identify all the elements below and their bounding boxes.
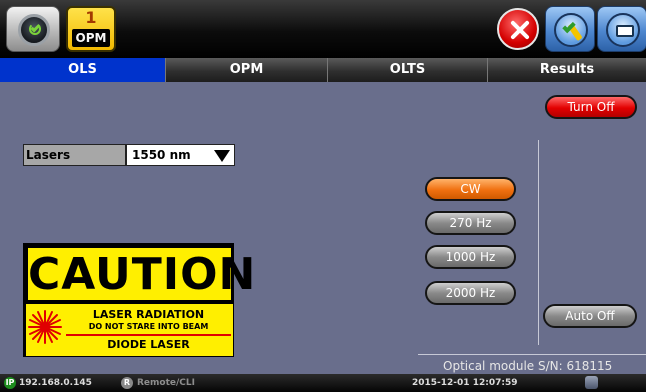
lasers-select[interactable]: 1550 nm xyxy=(126,144,235,166)
lasers-label: Lasers xyxy=(23,144,126,166)
vertical-divider xyxy=(538,140,539,345)
tab-olts[interactable]: OLTS xyxy=(328,58,488,82)
laser-caution-label: CAUTION LASER RADIATION DO NOT STARE INT… xyxy=(23,243,255,357)
caution-details: LASER RADIATION DO NOT STARE INTO BEAM D… xyxy=(26,304,233,356)
tab-opm[interactable]: OPM xyxy=(166,58,328,82)
tab-bar: OLS OPM OLTS Results xyxy=(0,58,646,82)
folder-icon xyxy=(606,13,640,47)
ols-panel: Turn Off Lasers 1550 nm CW 270 Hz 1000 H… xyxy=(0,82,646,374)
turn-off-button[interactable]: Turn Off xyxy=(545,95,637,119)
top-bar: 1 OPM xyxy=(0,0,646,58)
file-browser-button[interactable] xyxy=(597,6,646,52)
wizard-icon xyxy=(554,13,588,47)
cw-button[interactable]: CW xyxy=(425,177,516,201)
home-button[interactable] xyxy=(6,6,60,52)
status-icon[interactable] xyxy=(585,376,598,389)
opm-tab-label: OPM xyxy=(72,29,110,47)
caution-type-text: DIODE LASER xyxy=(107,338,190,351)
laser-burst-icon xyxy=(28,310,62,344)
remote-icon: R xyxy=(121,377,133,389)
wizard-button[interactable] xyxy=(545,6,595,52)
module-serial-number: Optical module S/N: 618115 xyxy=(443,359,613,373)
2000hz-button[interactable]: 2000 Hz xyxy=(425,281,516,305)
tab-ols[interactable]: OLS xyxy=(0,58,166,82)
home-icon xyxy=(18,14,50,46)
opm-test-tab[interactable]: 1 OPM xyxy=(66,6,116,52)
horizontal-divider xyxy=(418,354,646,355)
tab-results[interactable]: Results xyxy=(488,58,646,82)
lasers-select-value: 1550 nm xyxy=(132,148,191,162)
caution-title: CAUTION xyxy=(26,246,255,302)
270hz-button[interactable]: 270 Hz xyxy=(425,211,516,235)
caution-radiation-text: LASER RADIATION xyxy=(92,308,205,321)
date-time: 2015-12-01 12:07:59 xyxy=(412,378,518,388)
close-button[interactable] xyxy=(497,8,539,50)
caution-divider xyxy=(66,334,231,336)
remote-cli-status: Remote/CLI xyxy=(137,378,195,388)
ip-address: 192.168.0.145 xyxy=(19,378,92,388)
opm-tab-number: 1 xyxy=(85,8,97,27)
auto-off-button[interactable]: Auto Off xyxy=(543,304,637,328)
1000hz-button[interactable]: 1000 Hz xyxy=(425,245,516,269)
status-bar: IP 192.168.0.145 R Remote/CLI 2015-12-01… xyxy=(0,374,646,392)
ip-icon: IP xyxy=(4,377,16,389)
dropdown-arrow-icon xyxy=(214,150,230,162)
caution-warning-text: DO NOT STARE INTO BEAM xyxy=(88,322,209,331)
